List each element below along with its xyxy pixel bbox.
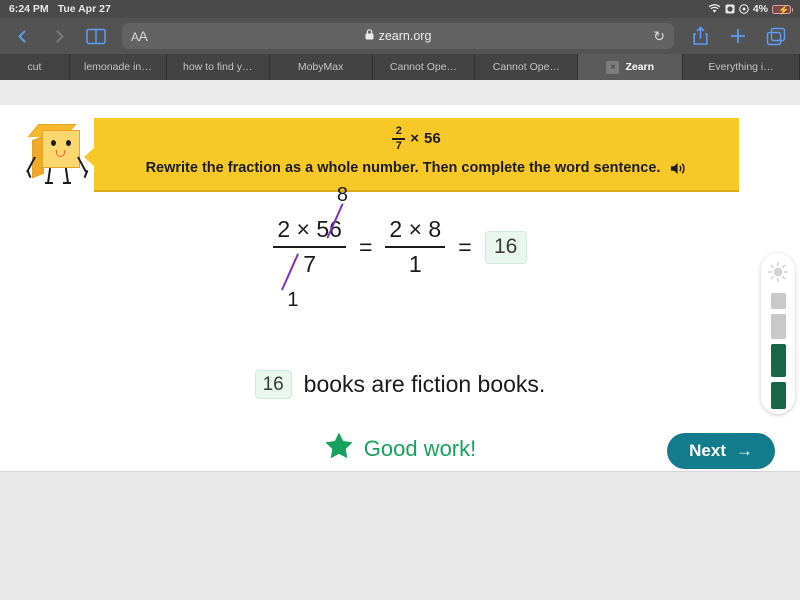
answer-input-equation[interactable]: 16 bbox=[484, 230, 527, 264]
status-bar-right: 4% ⚡ bbox=[708, 3, 793, 15]
url-display: zearn.org bbox=[122, 27, 674, 45]
tabs-icon[interactable] bbox=[764, 27, 788, 46]
url-text: zearn.org bbox=[378, 29, 432, 43]
fraction-numerator: 2 bbox=[395, 125, 402, 137]
left-fraction: 8 2 × 56 7 1 bbox=[273, 184, 348, 311]
wifi-icon bbox=[708, 4, 721, 14]
feedback-text: Good work! bbox=[363, 435, 477, 461]
progress-segment-complete bbox=[770, 343, 786, 377]
word-sentence-row: 16 books are fiction books. bbox=[0, 370, 800, 399]
lock-icon bbox=[365, 27, 374, 45]
book-icon[interactable] bbox=[84, 28, 108, 45]
progress-meter[interactable] bbox=[761, 253, 795, 414]
alarm-icon bbox=[725, 4, 735, 14]
progress-segment-complete bbox=[770, 381, 786, 409]
math-work-row: 8 2 × 56 7 1 = 2 × 8 1 = 16 bbox=[0, 184, 800, 311]
new-tab-button[interactable] bbox=[726, 27, 750, 45]
reload-button[interactable]: ↻ bbox=[653, 28, 665, 45]
status-bar-left: 6:24 PM Tue Apr 27 bbox=[9, 3, 111, 15]
browser-toolbar: AA zearn.org ↻ bbox=[0, 18, 800, 54]
ipad-safari-screen: 6:24 PM Tue Apr 27 4% ⚡ AA zearn.org ↻ c… bbox=[0, 0, 800, 600]
battery-charging-icon: ⚡ bbox=[772, 4, 793, 15]
browser-tab[interactable]: Everything i… bbox=[683, 54, 800, 80]
middle-fraction-numerator: 2 × 8 bbox=[389, 216, 442, 242]
status-date: Tue Apr 27 bbox=[57, 3, 111, 15]
multiply-sign: × bbox=[410, 130, 420, 148]
status-bar: 6:24 PM Tue Apr 27 4% ⚡ bbox=[0, 0, 800, 18]
tab-bar: cut lemonade in… how to find y… MobyMax … bbox=[0, 54, 800, 80]
tab-label: cut bbox=[27, 61, 42, 73]
instruction-text: Rewrite the fraction as a whole number. … bbox=[145, 160, 661, 176]
tab-label: Cannot Ope… bbox=[389, 61, 458, 73]
tab-label: lemonade in… bbox=[84, 61, 152, 73]
browser-tab[interactable]: Cannot Ope… bbox=[372, 54, 476, 80]
word-sentence-text: books are fiction books. bbox=[303, 371, 546, 397]
arrow-right-icon: → bbox=[736, 441, 753, 460]
browser-tab-active-zearn[interactable]: × Zearn bbox=[578, 54, 684, 80]
battery-percent: 4% bbox=[752, 3, 768, 15]
star-icon bbox=[324, 431, 354, 466]
back-button[interactable] bbox=[12, 25, 34, 47]
tab-label: Everything i… bbox=[708, 61, 774, 73]
tab-label: Zearn bbox=[625, 61, 655, 73]
progress-segment-incomplete bbox=[770, 293, 786, 310]
share-icon[interactable] bbox=[688, 26, 712, 46]
browser-tab[interactable]: Cannot Ope… bbox=[475, 54, 579, 80]
middle-fraction-denominator: 1 bbox=[408, 251, 422, 277]
text-size-button[interactable]: AA bbox=[131, 28, 148, 44]
instruction-banner: 2 7 × 56 Rewrite the fraction as a whole… bbox=[94, 118, 739, 192]
browser-tab[interactable]: how to find y… bbox=[166, 54, 270, 80]
progress-segment-incomplete bbox=[770, 314, 786, 339]
sun-icon bbox=[767, 261, 789, 288]
fraction-denominator: 7 bbox=[395, 139, 402, 152]
left-fraction-denominator: 7 bbox=[303, 251, 317, 277]
address-bar[interactable]: AA zearn.org ↻ bbox=[122, 23, 674, 49]
equals-sign-1: = bbox=[358, 233, 373, 260]
middle-fraction: 2 × 8 1 bbox=[385, 216, 446, 278]
tab-label: MobyMax bbox=[297, 61, 344, 73]
page-top-strip bbox=[0, 80, 800, 105]
next-button[interactable]: Next → bbox=[667, 433, 775, 469]
lesson-footer: Good work! Next → bbox=[0, 425, 800, 472]
browser-tab[interactable]: cut bbox=[0, 54, 70, 80]
speaker-icon[interactable] bbox=[670, 161, 687, 176]
status-time: 6:24 PM bbox=[9, 3, 49, 15]
next-button-label: Next bbox=[689, 441, 726, 460]
tab-label: Cannot Ope… bbox=[492, 61, 560, 73]
browser-tab[interactable]: lemonade in… bbox=[69, 54, 167, 80]
rotation-lock-icon bbox=[738, 4, 749, 14]
close-icon[interactable]: × bbox=[606, 60, 620, 74]
multiplicand: 56 bbox=[424, 130, 441, 148]
reduced-denominator-annotation: 1 bbox=[287, 289, 299, 311]
answer-input-sentence[interactable]: 16 bbox=[254, 370, 292, 399]
instruction-row: Rewrite the fraction as a whole number. … bbox=[94, 160, 739, 176]
tab-label: how to find y… bbox=[183, 61, 253, 73]
equals-sign-2: = bbox=[458, 233, 472, 260]
cube-character bbox=[26, 124, 90, 188]
forward-button[interactable] bbox=[48, 25, 70, 47]
browser-tab[interactable]: MobyMax bbox=[269, 54, 373, 80]
problem-fraction: 2 7 bbox=[392, 125, 406, 152]
problem-expression: 2 7 × 56 bbox=[94, 126, 739, 152]
